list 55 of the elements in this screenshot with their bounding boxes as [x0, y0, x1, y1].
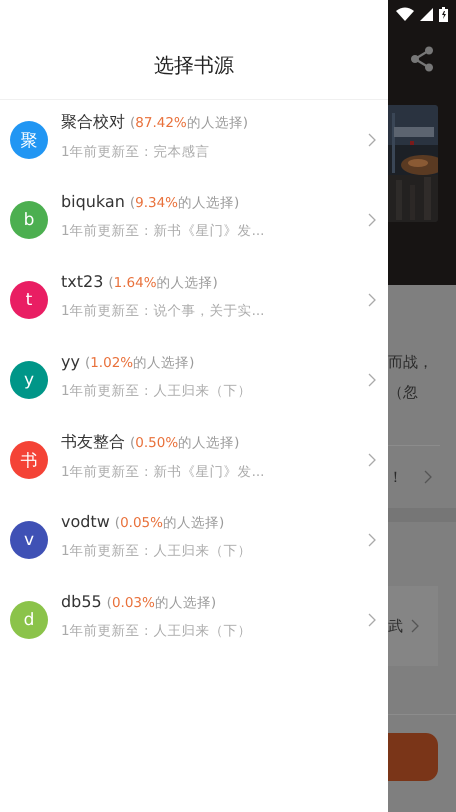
source-item[interactable]: 书 书友整合 (0.50%的人选择) 1年前更新至：新书《星门》发... — [0, 420, 388, 500]
chevron-icon — [368, 213, 376, 227]
chevron-icon — [411, 619, 419, 633]
chevron-icon — [368, 293, 376, 307]
source-avatar: b — [10, 201, 48, 239]
row-label: ！ — [388, 468, 403, 486]
update-info: 1年前更新至：人王归来（下） — [61, 622, 253, 640]
description-text: 而战， — [388, 352, 434, 373]
source-name: biqukan — [61, 192, 125, 211]
update-info: 1年前更新至：人王归来（下） — [61, 542, 253, 560]
source-item[interactable]: y yy (1.02%的人选择) 1年前更新至：人王归来（下） — [0, 340, 388, 420]
update-info: 1年前更新至：说个事，关于实... — [61, 302, 266, 320]
source-item[interactable]: d db55 (0.03%的人选择) 1年前更新至：人王归来（下） — [0, 580, 388, 660]
source-name: vodtw — [61, 512, 110, 531]
book-card[interactable]: 武 — [388, 586, 438, 666]
source-name: yy — [61, 352, 80, 371]
chevron-icon — [368, 533, 376, 547]
source-item[interactable]: v vodtw (0.05%的人选择) 1年前更新至：人王归来（下） — [0, 500, 388, 580]
update-info: 1年前更新至：完本感言 — [61, 142, 211, 160]
description-text: （忽 — [388, 382, 419, 403]
source-item[interactable]: t txt23 (1.64%的人选择) 1年前更新至：说个事，关于实... — [0, 260, 388, 340]
source-item[interactable]: b biqukan (9.34%的人选择) 1年前更新至：新书《星门》发... — [0, 180, 388, 260]
card-label: 武 — [388, 616, 403, 636]
source-avatar: d — [10, 601, 48, 639]
share-icon[interactable] — [410, 46, 434, 72]
chevron-icon — [368, 453, 376, 467]
action-button[interactable] — [388, 733, 438, 781]
source-name: db55 — [61, 592, 102, 611]
selection-share: (1.02%的人选择) — [84, 354, 194, 372]
selection-share: (9.34%的人选择) — [130, 194, 240, 212]
chevron-icon — [368, 613, 376, 627]
selection-share: (0.05%的人选择) — [114, 514, 224, 532]
update-info: 1年前更新至：新书《星门》发... — [61, 462, 266, 480]
battery-icon — [439, 6, 448, 22]
source-avatar: y — [10, 361, 48, 399]
source-avatar: 聚 — [10, 121, 48, 159]
source-avatar: t — [10, 281, 48, 319]
wifi-icon — [396, 7, 414, 21]
selection-share: (0.03%的人选择) — [106, 594, 216, 612]
chevron-icon — [368, 373, 376, 387]
selection-share: (1.64%的人选择) — [108, 274, 218, 292]
selection-share: (0.50%的人选择) — [130, 434, 240, 452]
update-info: 1年前更新至：新书《星门》发... — [61, 222, 266, 240]
selection-share: (87.42%的人选择) — [130, 114, 248, 132]
source-name: 聚合校对 — [61, 112, 125, 132]
source-name: 书友整合 — [61, 432, 125, 452]
source-name: txt23 — [61, 272, 104, 291]
signal-icon — [420, 8, 433, 20]
source-avatar: v — [10, 521, 48, 559]
drawer-title: 选择书源 — [154, 52, 234, 79]
chevron-icon — [424, 470, 432, 484]
source-item[interactable]: 聚 聚合校对 (87.42%的人选择) 1年前更新至：完本感言 — [0, 100, 388, 180]
source-avatar: 书 — [10, 441, 48, 479]
update-info: 1年前更新至：人王归来（下） — [61, 382, 253, 400]
chevron-icon — [368, 133, 376, 147]
